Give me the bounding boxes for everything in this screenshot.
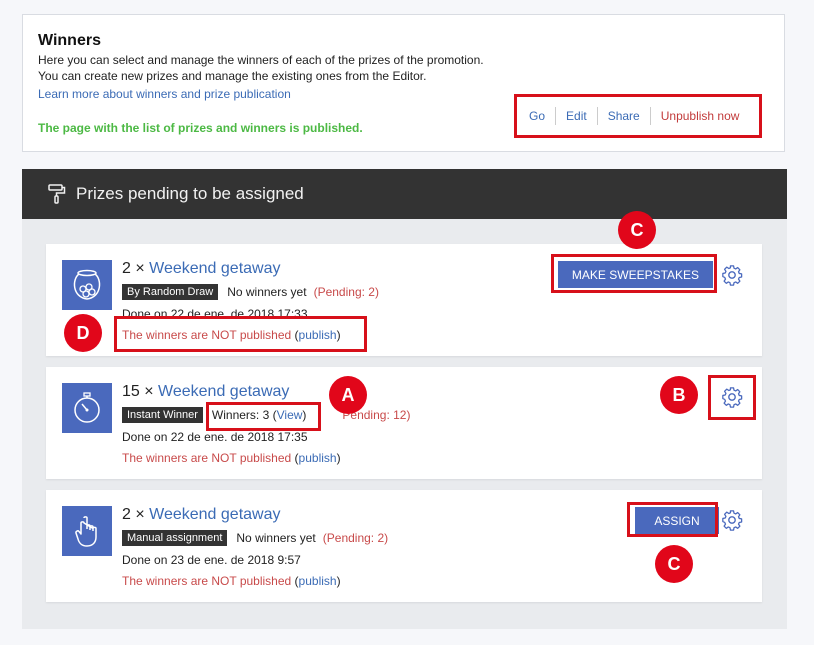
paren-close: )	[336, 451, 341, 465]
paint-roller-icon	[48, 184, 66, 204]
publication-status-row: The winners are NOT published (publish)	[122, 451, 341, 465]
highlight-make-sweepstakes	[551, 254, 717, 293]
prize-name-link[interactable]: Weekend getaway	[149, 260, 280, 277]
callout-badge-d: D	[64, 314, 102, 352]
prize-name-link[interactable]: Weekend getaway	[149, 506, 280, 523]
prize-type-icon-box	[62, 506, 112, 556]
publish-link[interactable]: publish	[299, 451, 337, 465]
publication-actions: Go Edit Share Unpublish now	[514, 94, 762, 138]
prize-type-icon-box	[62, 260, 112, 310]
callout-badge-a: A	[329, 376, 367, 414]
publish-link[interactable]: publish	[299, 574, 337, 588]
callout-badge-c-top: C	[618, 211, 656, 249]
stopwatch-icon	[74, 392, 100, 423]
go-link[interactable]: Go	[529, 107, 555, 125]
panel-title: Prizes pending to be assigned	[76, 184, 304, 203]
published-status: The page with the list of prizes and win…	[38, 121, 363, 135]
prize-heading: 15 × Weekend getaway	[122, 383, 289, 401]
panel-header: Prizes pending to be assigned	[22, 169, 787, 219]
publication-status-row: The winners are NOT published (publish)	[122, 574, 341, 588]
winners-description-line1: Here you can select and manage the winne…	[38, 53, 484, 67]
prize-quantity: 2 ×	[122, 506, 145, 523]
not-published-text: The winners are NOT published	[122, 451, 292, 465]
winners-count: No winners yet	[236, 531, 316, 545]
prize-heading: 2 × Weekend getaway	[122, 260, 280, 278]
highlight-assign	[627, 502, 718, 537]
edit-link[interactable]: Edit	[555, 107, 597, 125]
winners-description-line2: You can create new prizes and manage the…	[38, 69, 427, 83]
pending-count: (Pending: 2)	[322, 531, 389, 545]
prize-heading: 2 × Weekend getaway	[122, 506, 280, 524]
winners-title: Winners	[38, 32, 101, 49]
prize-quantity: 2 ×	[122, 260, 145, 277]
gear-icon[interactable]	[721, 264, 743, 286]
done-date: Done on 22 de ene. de 2018 17:35	[122, 430, 308, 444]
highlight-winners-view	[206, 402, 321, 431]
prize-name-link[interactable]: Weekend getaway	[158, 383, 289, 400]
prize-type-icon-box	[62, 383, 112, 433]
share-link[interactable]: Share	[596, 107, 650, 125]
winners-count: No winners yet	[227, 285, 307, 299]
prize-type-tag: Manual assignment	[122, 530, 228, 546]
done-date: Done on 23 de ene. de 2018 9:57	[122, 553, 301, 567]
prize-type-tag: By Random Draw	[122, 284, 219, 300]
prize-card-instant-winner: 15 × Weekend getaway Instant Winner Winn…	[46, 367, 762, 479]
gear-icon[interactable]	[721, 509, 743, 531]
callout-badge-c-bottom: C	[655, 545, 693, 583]
hand-pointer-icon	[75, 516, 97, 547]
fishbowl-icon	[73, 269, 101, 300]
prize-meta: By Random Draw No winners yet (Pending: …	[122, 284, 379, 300]
not-published-text: The winners are NOT published	[122, 574, 292, 588]
prize-type-tag: Instant Winner	[122, 407, 203, 423]
callout-badge-b: B	[660, 376, 698, 414]
prize-meta: Manual assignment No winners yet (Pendin…	[122, 530, 388, 546]
unpublish-now-link[interactable]: Unpublish now	[649, 107, 750, 125]
learn-more-link[interactable]: Learn more about winners and prize publi…	[38, 87, 291, 101]
paren-close: )	[336, 574, 341, 588]
pending-count: (Pending: 2)	[313, 285, 379, 299]
highlight-gear	[708, 375, 756, 420]
prize-quantity: 15 ×	[122, 383, 154, 400]
highlight-publish-status	[114, 316, 367, 352]
